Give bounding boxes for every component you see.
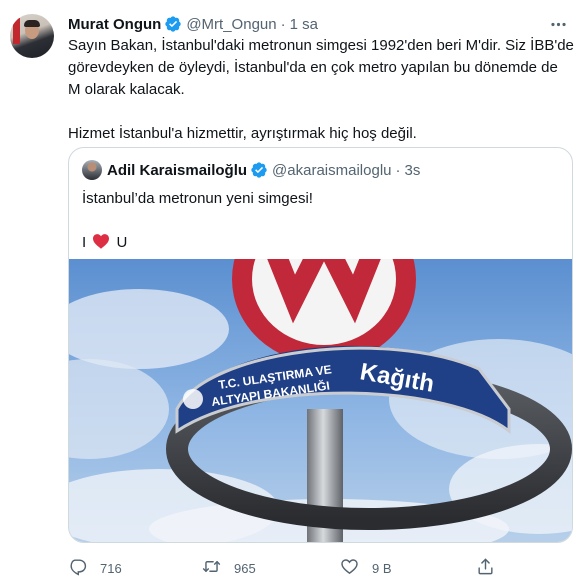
- tweet-time[interactable]: 1 sa: [290, 16, 318, 33]
- verified-badge-icon: [164, 15, 182, 33]
- share-icon: [476, 557, 495, 579]
- quoted-text: İstanbul’da metronun yeni simgesi! I U: [82, 188, 562, 254]
- quoted-author-name: Adil Karaismailoğlu: [107, 161, 248, 179]
- quoted-line-2-right: U: [116, 234, 128, 251]
- share-button[interactable]: [476, 556, 495, 580]
- quoted-photo[interactable]: T.C. ULAŞTIRMA VE ALTYAPI BAKANLIĞI Kağı…: [69, 259, 572, 542]
- reply-icon: [68, 557, 87, 579]
- like-count: 9 B: [372, 560, 392, 576]
- tweet-header: Murat Ongun @Mrt_Ongun · 1 sa: [68, 14, 318, 34]
- tweet-actions: 716 965 9 B: [68, 556, 574, 580]
- reply-count: 716: [100, 560, 122, 576]
- quoted-time: 3s: [404, 161, 421, 179]
- quoted-line-2: I U: [82, 232, 562, 254]
- retweet-icon: [202, 557, 221, 579]
- quoted-tweet[interactable]: Adil Karaismailoğlu @akaraismailoglu · 3…: [68, 147, 573, 543]
- quoted-line-1: İstanbul’da metronun yeni simgesi!: [82, 190, 313, 207]
- tweet-paragraph-2: Hizmet İstanbul'a hizmettir, ayrıştırmak…: [68, 125, 417, 142]
- avatar-hair: [24, 20, 40, 27]
- tweet-paragraph-1: Sayın Bakan, İstanbul'daki metronun simg…: [68, 37, 574, 98]
- reply-button[interactable]: 716: [68, 556, 122, 580]
- verified-badge-icon: [250, 161, 268, 179]
- author-name[interactable]: Murat Ongun: [68, 16, 161, 33]
- separator-dot: ·: [280, 15, 286, 33]
- like-button[interactable]: 9 B: [340, 556, 392, 580]
- heart-emoji-icon: [92, 233, 110, 249]
- tweet-text: Sayın Bakan, İstanbul'daki metronun simg…: [68, 35, 574, 145]
- heart-icon: [340, 557, 359, 579]
- quoted-header: Adil Karaismailoğlu @akaraismailoglu · 3…: [107, 160, 420, 180]
- author-avatar[interactable]: [10, 14, 54, 58]
- retweet-button[interactable]: 965: [202, 556, 256, 580]
- quoted-author-handle: @akaraismailoglu: [272, 161, 392, 179]
- quoted-author-avatar: [82, 160, 102, 180]
- separator-dot: ·: [395, 161, 401, 179]
- avatar-flag: [13, 18, 20, 44]
- more-dots-icon[interactable]: [548, 14, 568, 34]
- quoted-line-2-left: I: [82, 234, 87, 251]
- metro-sign-illustration: T.C. ULAŞTIRMA VE ALTYAPI BAKANLIĞI Kağı…: [69, 259, 572, 542]
- retweet-count: 965: [234, 560, 256, 576]
- author-handle[interactable]: @Mrt_Ongun: [186, 16, 276, 33]
